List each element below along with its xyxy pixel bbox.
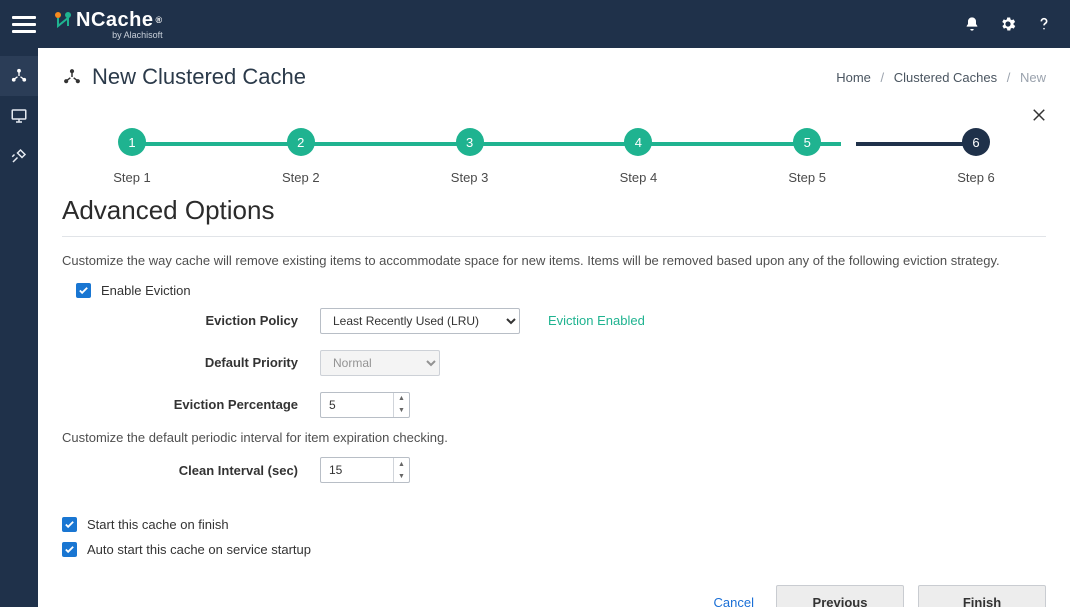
- cancel-link[interactable]: Cancel: [714, 595, 754, 607]
- start-on-finish-row: Start this cache on finish: [62, 517, 1046, 532]
- registered-mark: ®: [155, 15, 162, 25]
- clean-interval-label: Clean Interval (sec): [102, 463, 302, 478]
- wizard-footer: Cancel Previous Finish: [62, 567, 1046, 607]
- step-4[interactable]: 4Step 4: [608, 128, 668, 185]
- cluster-icon: [62, 67, 82, 87]
- auto-start-row: Auto start this cache on service startup: [62, 542, 1046, 557]
- step-2[interactable]: 2Step 2: [271, 128, 331, 185]
- clean-interval-spinner[interactable]: ▲▼: [393, 458, 409, 482]
- sidebar-item-tools[interactable]: [0, 136, 38, 176]
- clean-interval-description: Customize the default periodic interval …: [62, 428, 1046, 448]
- start-on-finish-checkbox[interactable]: [62, 517, 77, 532]
- help-icon[interactable]: [1030, 10, 1058, 38]
- section-title: Advanced Options: [62, 195, 1046, 226]
- brand-logo: NCache ® by Alachisoft: [54, 9, 163, 40]
- brand-name: NCache: [76, 9, 153, 32]
- breadcrumb-current: New: [1020, 70, 1046, 85]
- step-1[interactable]: 1Step 1: [102, 128, 162, 185]
- page-title: New Clustered Cache: [62, 64, 306, 90]
- breadcrumb: Home / Clustered Caches / New: [836, 70, 1046, 85]
- step-6[interactable]: 6Step 6: [946, 128, 1006, 185]
- notifications-icon[interactable]: [958, 10, 986, 38]
- default-priority-label: Default Priority: [102, 355, 302, 370]
- eviction-status-text: Eviction Enabled: [548, 313, 1046, 328]
- sidebar-item-caches[interactable]: [0, 56, 38, 96]
- eviction-policy-label: Eviction Policy: [102, 313, 302, 328]
- start-on-finish-label: Start this cache on finish: [87, 517, 229, 532]
- auto-start-checkbox[interactable]: [62, 542, 77, 557]
- step-5[interactable]: 5Step 5: [777, 128, 837, 185]
- settings-icon[interactable]: [994, 10, 1022, 38]
- enable-eviction-checkbox[interactable]: [76, 283, 91, 298]
- eviction-percentage-spinner[interactable]: ▲▼: [393, 393, 409, 417]
- logo-icon: [54, 11, 72, 29]
- enable-eviction-row: Enable Eviction: [76, 283, 1046, 298]
- step-3[interactable]: 3Step 3: [440, 128, 500, 185]
- topbar: NCache ® by Alachisoft: [0, 0, 1070, 48]
- sidebar: [0, 48, 38, 607]
- auto-start-label: Auto start this cache on service startup: [87, 542, 311, 557]
- wizard-stepper: 1Step 1 2Step 2 3Step 3 4Step 4 5Step 5 …: [102, 128, 1006, 185]
- breadcrumb-clustered[interactable]: Clustered Caches: [894, 70, 997, 85]
- divider: [62, 236, 1046, 237]
- eviction-description: Customize the way cache will remove exis…: [62, 251, 1046, 271]
- sidebar-item-monitor[interactable]: [0, 96, 38, 136]
- enable-eviction-label: Enable Eviction: [101, 283, 191, 298]
- eviction-policy-select[interactable]: Least Recently Used (LRU): [320, 308, 520, 334]
- page-title-text: New Clustered Cache: [92, 64, 306, 90]
- default-priority-select[interactable]: Normal: [320, 350, 440, 376]
- eviction-percentage-label: Eviction Percentage: [102, 397, 302, 412]
- breadcrumb-home[interactable]: Home: [836, 70, 871, 85]
- main-content: New Clustered Cache Home / Clustered Cac…: [38, 48, 1070, 607]
- brand-byline: by Alachisoft: [54, 30, 163, 40]
- close-button[interactable]: [1030, 106, 1048, 129]
- menu-toggle-button[interactable]: [12, 12, 36, 37]
- previous-button[interactable]: Previous: [776, 585, 904, 607]
- finish-button[interactable]: Finish: [918, 585, 1046, 607]
